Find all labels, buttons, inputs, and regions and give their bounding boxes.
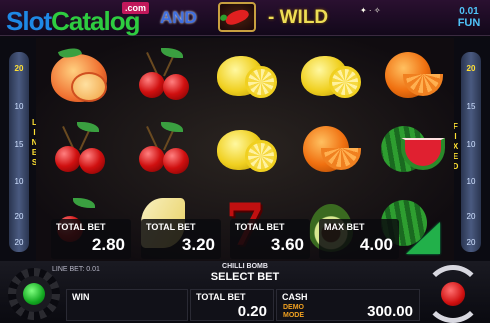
bet-option-value: 3.60 — [270, 235, 304, 254]
reel-cell — [372, 40, 452, 112]
bet-option-value: 2.80 — [91, 235, 125, 254]
select-bet-label: SELECT BET — [210, 271, 280, 283]
cherries-icon — [127, 46, 197, 106]
slotcatalog-logo: SlotCatalog .com — [6, 2, 150, 37]
win-label: WIN — [72, 292, 90, 302]
banner-wild-text: - WILD — [268, 7, 329, 28]
line-number[interactable]: 20 — [461, 212, 481, 221]
spin-button[interactable] — [424, 265, 482, 323]
sparkle-icon: ✦ · ✧ — [360, 6, 381, 15]
line-number[interactable]: 10 — [461, 177, 481, 186]
total-bet-value: 0.20 — [237, 303, 267, 320]
spin-icon — [441, 282, 465, 306]
reel-cell — [206, 114, 286, 186]
fun-label: FUN — [457, 17, 481, 29]
banner-and-text: AND — [160, 8, 197, 27]
orange-icon — [377, 46, 447, 106]
top-banner: SlotCatalog .com AND - WILD ✦ · ✧ 0.01 F… — [0, 0, 490, 36]
bet-option-label: MAX BET — [324, 222, 365, 232]
cherries-icon — [43, 120, 113, 180]
right-lines-rail — [461, 52, 481, 252]
bet-option-3-60[interactable]: TOTAL BET 3.60 — [230, 219, 310, 259]
bet-option-label: TOTAL BET — [235, 222, 285, 232]
demo-mode-text: DEMO MODE — [283, 304, 304, 320]
reel-cell — [122, 114, 202, 186]
bet-option-3-20[interactable]: TOTAL BET 3.20 — [141, 219, 221, 259]
win-field: WIN — [66, 289, 188, 321]
line-number[interactable]: 10 — [9, 102, 29, 111]
right-lines-column: 20 15 10 10 20 20 — [461, 52, 481, 252]
chili-pepper-icon — [223, 6, 251, 28]
demo-mode-line1: DEMO — [283, 304, 304, 311]
left-lines-rail — [9, 52, 29, 252]
cash-label: CASH — [282, 292, 308, 302]
line-number[interactable]: 15 — [9, 140, 29, 149]
line-number[interactable]: 20 — [461, 238, 481, 247]
line-number[interactable]: 20 — [9, 238, 29, 247]
line-number[interactable]: 20 — [461, 64, 481, 73]
cherries-icon — [127, 120, 197, 180]
line-number[interactable]: 20 — [9, 212, 29, 221]
lemon-icon — [211, 46, 281, 106]
bet-option-value: 3.20 — [181, 235, 215, 254]
fun-balance-badge: 0.01 FUN — [452, 6, 486, 34]
reel-cell — [372, 114, 452, 186]
reel-cell — [290, 40, 370, 112]
orange-icon — [295, 120, 365, 180]
reel-cell — [206, 40, 286, 112]
cash-field: CASH DEMO MODE 300.00 — [276, 289, 420, 321]
reel-cell — [38, 114, 118, 186]
bet-option-value: 4.00 — [359, 235, 393, 254]
line-number[interactable]: 20 — [9, 64, 29, 73]
bet-option-max[interactable]: MAX BET 4.00 — [319, 219, 399, 259]
cash-value: 300.00 — [367, 303, 413, 320]
line-number[interactable]: 10 — [461, 140, 481, 149]
watermelon-icon — [377, 120, 447, 180]
bottom-panel: LINE BET: 0.01 CHILLI BOMB SELECT BET WI… — [0, 261, 490, 323]
bet-option-label: TOTAL BET — [146, 222, 196, 232]
reel-cell — [290, 114, 370, 186]
line-number[interactable]: 10 — [9, 177, 29, 186]
reel-cell — [122, 40, 202, 112]
fun-value: 0.01 — [459, 6, 479, 17]
total-bet-field[interactable]: TOTAL BET 0.20 — [190, 289, 274, 321]
lemon-icon — [295, 46, 365, 106]
logo-text-slot: Slot — [6, 6, 52, 36]
lemon-icon — [211, 120, 281, 180]
line-number[interactable]: 15 — [461, 102, 481, 111]
green-status-icon — [23, 283, 45, 305]
bet-option-label: TOTAL BET — [56, 222, 106, 232]
bet-option-2-80[interactable]: TOTAL BET 2.80 — [51, 219, 131, 259]
chili-icon-frame — [218, 2, 256, 32]
demo-mode-line2: MODE — [283, 312, 304, 319]
game-title: CHILLI BOMB — [222, 263, 268, 270]
total-bet-label: TOTAL BET — [196, 292, 246, 302]
peach-icon — [43, 44, 113, 106]
logo-com-badge: .com — [122, 2, 150, 14]
left-lines-column: 20 10 15 10 20 20 — [9, 52, 29, 252]
reel-cell — [38, 40, 118, 112]
bet-selector-arrow-icon[interactable] — [406, 222, 440, 254]
